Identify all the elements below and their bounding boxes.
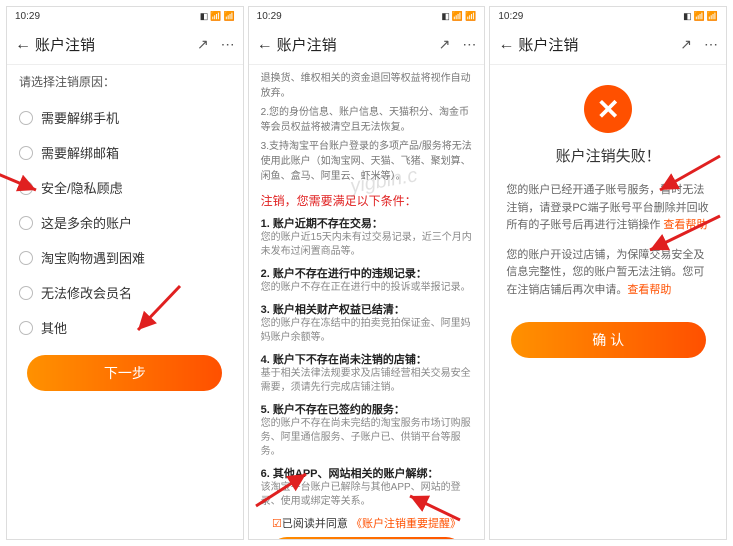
fail-title: 账户注销失败！ <box>556 145 661 166</box>
radio-icon <box>19 181 33 195</box>
condition-title: 3. 账户相关财产权益已结清： <box>261 301 473 317</box>
preface-text: 退换货、维权相关的资金退回等权益将视作自动放弃。 <box>261 71 473 101</box>
page-header: ← 账户注销 ↗ ⋯ <box>249 25 485 65</box>
page-title: 账户注销 <box>277 34 337 55</box>
back-icon[interactable]: ← <box>257 36 273 54</box>
condition-title: 4. 账户下不存在尚未注销的店铺： <box>261 351 473 367</box>
screen-fail: 10:29 ◧📶📶 ← 账户注销 ↗ ⋯ ✕ 账户注销失败！ 您的账户已经开通子… <box>489 6 727 540</box>
condition-item: 2. 账户不存在进行中的违规记录：您的账户不存在正在进行中的投诉或举报记录。 <box>261 265 473 295</box>
checkbox-icon[interactable]: ☑ <box>272 518 282 530</box>
page-title: 账户注销 <box>35 34 95 55</box>
share-icon[interactable]: ↗ <box>197 36 209 53</box>
share-icon[interactable]: ↗ <box>439 36 451 53</box>
reason-option[interactable]: 无法修改会员名 <box>19 275 231 310</box>
page-header: ← 账户注销 ↗ ⋯ <box>7 25 243 65</box>
option-label: 淘宝购物遇到困难 <box>41 248 145 267</box>
fail-message: 您的账户开设过店铺，为保障交易安全及信息完整性，您的账户暂无法注销。您可在注销店… <box>502 247 714 300</box>
option-label: 其他 <box>41 318 67 337</box>
option-label: 安全/隐私顾虑 <box>41 178 123 197</box>
help-link[interactable]: 查看帮助 <box>627 284 671 296</box>
reason-option[interactable]: 需要解绑手机 <box>19 100 231 135</box>
fail-text: 您的账户开设过店铺，为保障交易安全及信息完整性，您的账户暂无法注销。您可在注销店… <box>506 249 704 296</box>
error-icon: ✕ <box>584 85 632 133</box>
condition-desc: 您的账户不存在尚未完结的淘宝服务市场订购服务、阿里通信服务、子账户已、供销平台等… <box>261 417 473 459</box>
reason-option[interactable]: 其他 <box>19 310 231 345</box>
agree-link[interactable]: 《账户注销重要提醒》 <box>351 518 461 530</box>
condition-title: 1. 账户近期不存在交易： <box>261 215 473 231</box>
option-label: 这是多余的账户 <box>41 213 132 232</box>
reason-prompt: 请选择注销原因： <box>19 73 231 90</box>
condition-item: 5. 账户不存在已签约的服务：您的账户不存在尚未完结的淘宝服务市场订购服务、阿里… <box>261 401 473 459</box>
agree-text: 已阅读并同意 <box>282 518 348 530</box>
condition-desc: 基于相关法律法规要求及店铺经营相关交易安全需要，须请先行完成店铺注销。 <box>261 367 473 395</box>
status-bar: 10:29 ◧📶📶 <box>7 7 243 25</box>
reason-option[interactable]: 这是多余的账户 <box>19 205 231 240</box>
option-label: 无法修改会员名 <box>41 283 132 302</box>
option-label: 需要解绑邮箱 <box>41 143 119 162</box>
condition-item: 1. 账户近期不存在交易：您的账户近15天内未有过交易记录，近三个月内未发布过闲… <box>261 215 473 259</box>
condition-desc: 该淘宝平台账户已解除与其他APP、网站的登录、使用或绑定等关系。 <box>261 481 473 509</box>
condition-desc: 您的账户不存在正在进行中的投诉或举报记录。 <box>261 281 473 295</box>
condition-item: 6. 其他APP、网站相关的账户解绑：该淘宝平台账户已解除与其他APP、网站的登… <box>261 465 473 509</box>
condition-title: 6. 其他APP、网站相关的账户解绑： <box>261 465 473 481</box>
help-link[interactable]: 查看帮助 <box>663 219 707 231</box>
radio-icon <box>19 216 33 230</box>
screen-select-reason: 10:29 ◧📶📶 ← 账户注销 ↗ ⋯ 请选择注销原因： 需要解绑手机 需要解… <box>6 6 244 540</box>
preface-text: 3.支持淘宝平台账户登录的多项产品/服务将无法使用此账户（如淘宝网、天猫、飞猪、… <box>261 139 473 184</box>
back-icon[interactable]: ← <box>15 36 31 54</box>
status-icons: ◧📶📶 <box>441 11 476 22</box>
back-icon[interactable]: ← <box>498 36 514 54</box>
more-icon[interactable]: ⋯ <box>221 36 235 53</box>
status-icons: ◧📶📶 <box>683 11 718 22</box>
reason-option[interactable]: 需要解绑邮箱 <box>19 135 231 170</box>
screen-conditions: 10:29 ◧📶📶 ← 账户注销 ↗ ⋯ 退换货、维权相关的资金退回等权益将视作… <box>248 6 486 540</box>
condition-title: 2. 账户不存在进行中的违规记录： <box>261 265 473 281</box>
condition-item: 3. 账户相关财产权益已结清：您的账户存在冻结中的拍卖竞拍保证金、阿里妈妈账户余… <box>261 301 473 345</box>
status-time: 10:29 <box>15 11 40 22</box>
status-time: 10:29 <box>498 11 523 22</box>
radio-icon <box>19 321 33 335</box>
conditions-title: 注销，您需要满足以下条件： <box>261 192 473 209</box>
preface-text: 2.您的身份信息、账户信息、天猫积分、淘金币等会员权益将被清空且无法恢复。 <box>261 105 473 135</box>
radio-icon <box>19 251 33 265</box>
condition-item: 4. 账户下不存在尚未注销的店铺：基于相关法律法规要求及店铺经营相关交易安全需要… <box>261 351 473 395</box>
radio-icon <box>19 111 33 125</box>
page-header: ← 账户注销 ↗ ⋯ <box>490 25 726 65</box>
condition-title: 5. 账户不存在已签约的服务： <box>261 401 473 417</box>
status-time: 10:29 <box>257 11 282 22</box>
confirm-button[interactable]: 确 认 <box>511 322 706 358</box>
reason-option[interactable]: 淘宝购物遇到困难 <box>19 240 231 275</box>
page-title: 账户注销 <box>518 34 578 55</box>
more-icon[interactable]: ⋯ <box>462 36 476 53</box>
reason-option[interactable]: 安全/隐私顾虑 <box>19 170 231 205</box>
more-icon[interactable]: ⋯ <box>704 36 718 53</box>
status-icons: ◧📶📶 <box>200 11 235 22</box>
radio-icon <box>19 286 33 300</box>
fail-message: 您的账户已经开通子账号服务，暂时无法注销，请登录PC端子账号平台删除并回收所有的… <box>502 182 714 235</box>
content-area: 请选择注销原因： 需要解绑手机 需要解绑邮箱 安全/隐私顾虑 这是多余的账户 淘… <box>7 65 243 539</box>
agree-row[interactable]: ☑已阅读并同意 《账户注销重要提醒》 <box>261 515 473 531</box>
condition-desc: 您的账户近15天内未有过交易记录，近三个月内未发布过闲置商品等。 <box>261 231 473 259</box>
status-bar: 10:29 ◧📶📶 <box>490 7 726 25</box>
content-area: 退换货、维权相关的资金退回等权益将视作自动放弃。 2.您的身份信息、账户信息、天… <box>249 65 485 539</box>
condition-desc: 您的账户存在冻结中的拍卖竞拍保证金、阿里妈妈账户余额等。 <box>261 317 473 345</box>
radio-icon <box>19 146 33 160</box>
option-label: 需要解绑手机 <box>41 108 119 127</box>
share-icon[interactable]: ↗ <box>680 36 692 53</box>
status-bar: 10:29 ◧📶📶 <box>249 7 485 25</box>
agree-cancel-button[interactable]: 同意注销 <box>269 537 464 539</box>
content-area: ✕ 账户注销失败！ 您的账户已经开通子账号服务，暂时无法注销，请登录PC端子账号… <box>490 65 726 539</box>
next-button[interactable]: 下一步 <box>27 355 222 391</box>
